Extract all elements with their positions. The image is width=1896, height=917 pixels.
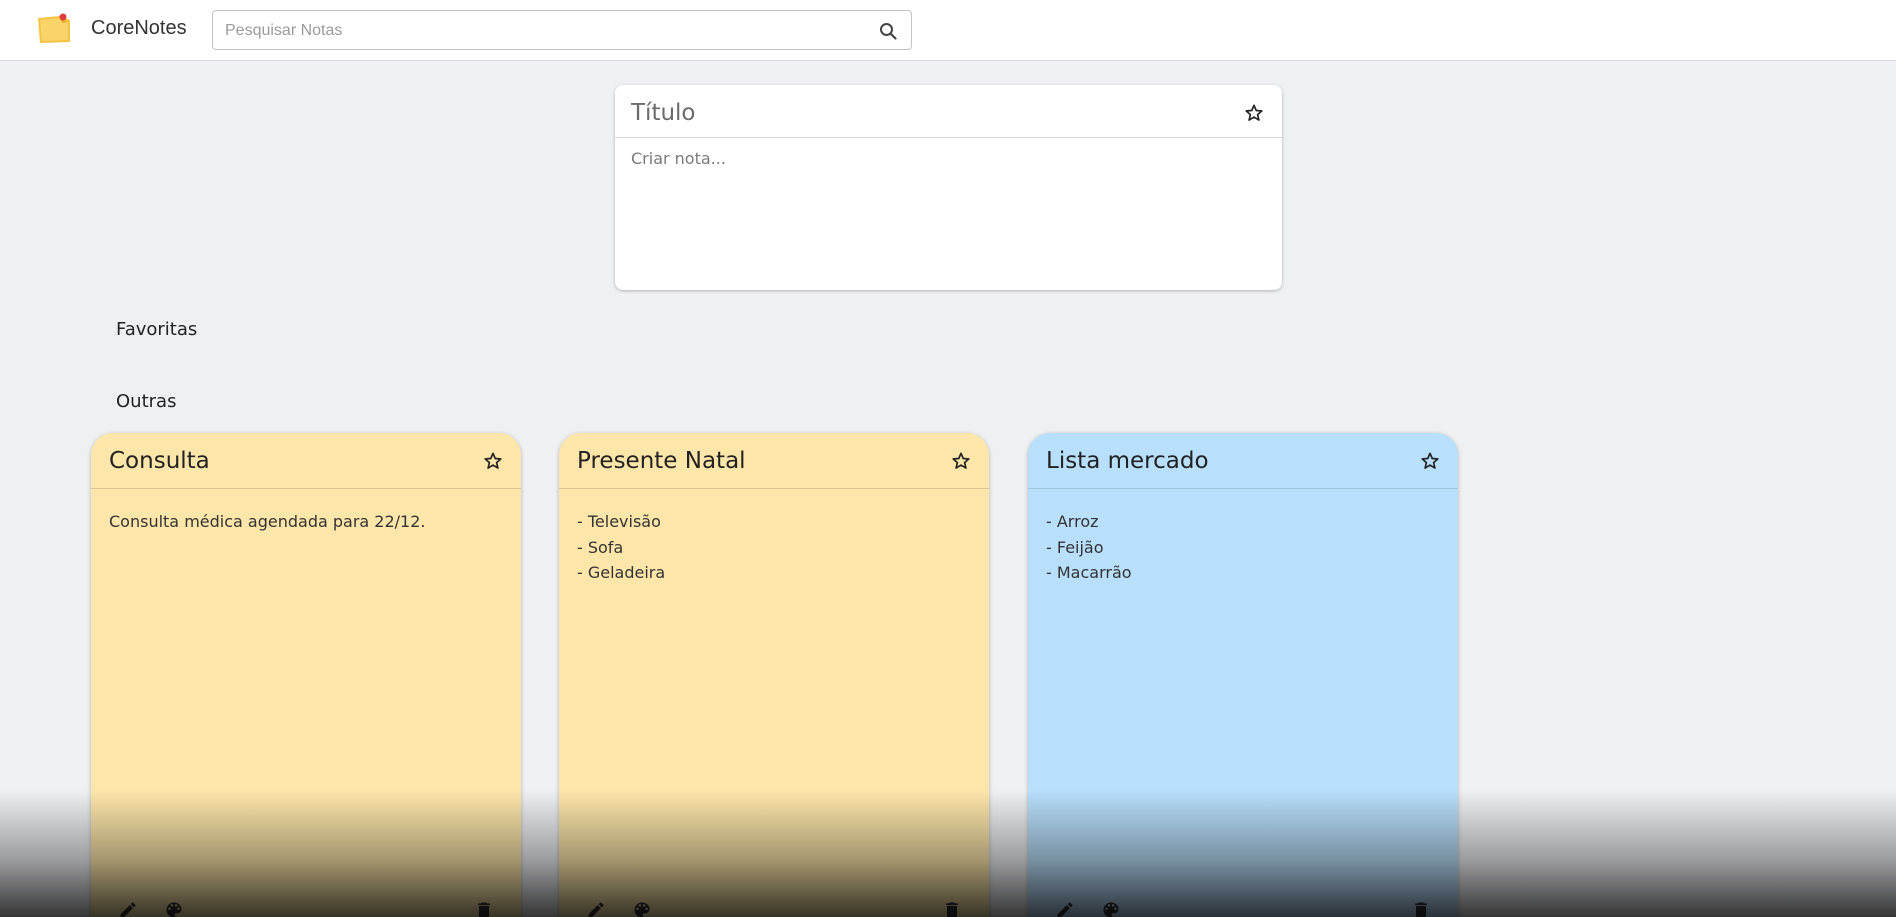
- note-card[interactable]: Presente Natal - Televisão - Sofa - Gela…: [559, 433, 989, 917]
- note-title: Consulta: [109, 448, 210, 474]
- note-body-input[interactable]: [631, 149, 1261, 269]
- star-outline-icon[interactable]: [949, 449, 973, 473]
- note-body: Consulta médica agendada para 22/12.: [109, 509, 499, 535]
- note-card[interactable]: Lista mercado - Arroz - Feijão - Macarrã…: [1028, 433, 1458, 917]
- note-header: Presente Natal: [559, 433, 989, 489]
- note-title-input[interactable]: [631, 97, 1211, 129]
- note-actions: [91, 897, 521, 917]
- star-outline-icon[interactable]: [1418, 449, 1442, 473]
- star-outline-icon[interactable]: [481, 449, 505, 473]
- pencil-icon[interactable]: [1052, 897, 1078, 917]
- search-icon[interactable]: [877, 20, 899, 42]
- pencil-icon[interactable]: [115, 897, 141, 917]
- note-line: - Macarrão: [1046, 563, 1132, 582]
- sticky-note-icon: [36, 12, 74, 44]
- favorites-heading: Favoritas: [116, 319, 198, 340]
- note-line: - Televisão: [577, 512, 661, 531]
- top-bar: CoreNotes: [0, 0, 1896, 61]
- note-actions: [1028, 897, 1458, 917]
- note-body: - Televisão - Sofa - Geladeira: [577, 509, 967, 586]
- note-title: Lista mercado: [1046, 448, 1209, 474]
- palette-icon[interactable]: [161, 897, 187, 917]
- note-actions: [559, 897, 989, 917]
- trash-icon[interactable]: [939, 897, 965, 917]
- note-line: - Sofa: [577, 537, 624, 557]
- note-line: - Arroz: [1046, 512, 1099, 531]
- note-header: Lista mercado: [1028, 433, 1458, 489]
- create-note-card: [615, 85, 1282, 290]
- star-outline-icon[interactable]: [1242, 101, 1266, 125]
- search-input[interactable]: [225, 19, 845, 43]
- palette-icon[interactable]: [629, 897, 655, 917]
- others-heading: Outras: [116, 391, 177, 412]
- note-body: - Arroz - Feijão - Macarrão: [1046, 509, 1436, 586]
- app-name: CoreNotes: [91, 17, 187, 39]
- note-line: - Geladeira: [577, 563, 666, 582]
- divider: [615, 137, 1282, 138]
- pencil-icon[interactable]: [583, 897, 609, 917]
- trash-icon[interactable]: [1408, 897, 1434, 917]
- note-title: Presente Natal: [577, 448, 746, 474]
- palette-icon[interactable]: [1098, 897, 1124, 917]
- note-line: - Feijão: [1046, 537, 1104, 557]
- note-line: Consulta médica agendada para 22/12.: [109, 512, 426, 531]
- note-card[interactable]: Consulta Consulta médica agendada para 2…: [91, 433, 521, 917]
- trash-icon[interactable]: [471, 897, 497, 917]
- search-box: [212, 10, 912, 50]
- note-header: Consulta: [91, 433, 521, 489]
